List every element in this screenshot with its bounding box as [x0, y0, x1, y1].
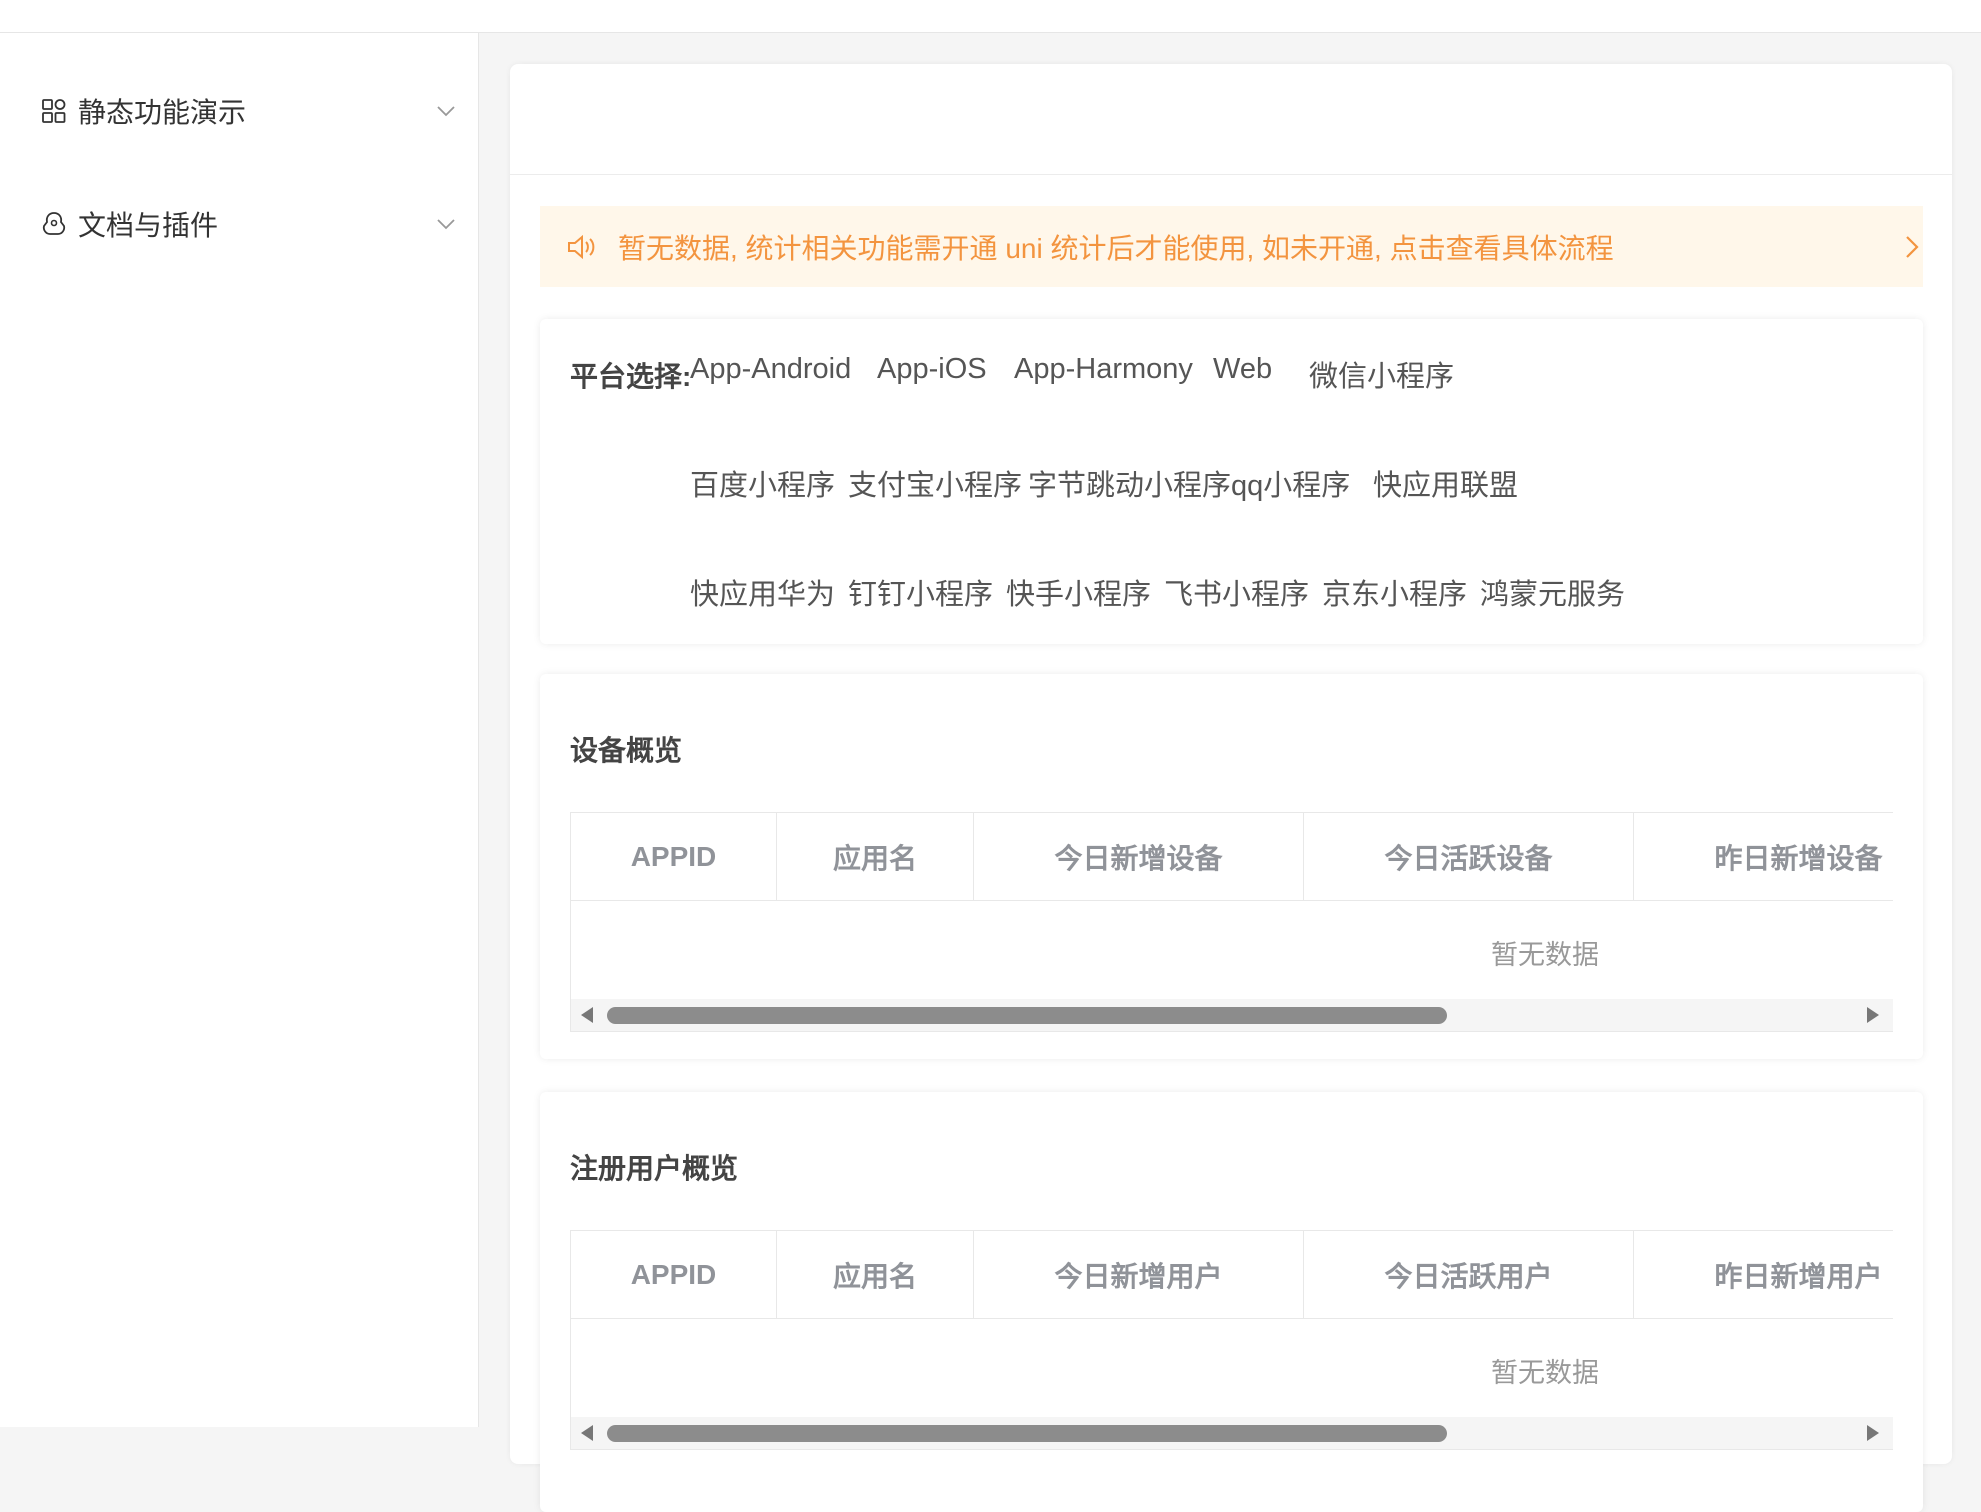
chevron-right-icon[interactable] [1902, 234, 1922, 260]
platform-option[interactable]: 鸿蒙元服务 [1480, 571, 1625, 613]
section-title: 设备概览 [570, 735, 683, 766]
notice-bar[interactable]: 暂无数据, 统计相关功能需开通 uni 统计后才能使用, 如未开通, 点击查看具… [540, 206, 1923, 287]
device-table[interactable]: APPID 应用名 今日新增设备 今日活跃设备 昨日新增设备 暂无数据 [570, 812, 1893, 1032]
scrollbar-thumb[interactable] [607, 1425, 1447, 1442]
speaker-icon [568, 234, 595, 260]
platform-option[interactable]: 百度小程序 [690, 462, 835, 504]
panel-header [510, 64, 1952, 175]
platform-selector-card: 平台选择: App-Android App-iOS App-Harmony We… [540, 319, 1923, 644]
platform-option[interactable]: 钉钉小程序 [848, 571, 993, 613]
column-header: APPID [571, 1231, 777, 1319]
notice-text: 暂无数据, 统计相关功能需开通 uni 统计后才能使用, 如未开通, 点击查看具… [618, 232, 1614, 264]
platform-option[interactable]: App-iOS [877, 353, 987, 386]
sidebar-item-label: 静态功能演示 [78, 97, 247, 128]
empty-text: 暂无数据 [1491, 940, 1599, 970]
platform-option[interactable]: 京东小程序 [1322, 571, 1467, 613]
device-overview-card: 设备概览 APPID 应用名 今日新增设备 今日活跃设备 昨日新增设备 暂无数据 [540, 674, 1923, 1059]
column-header: 应用名 [777, 813, 974, 901]
top-bar [0, 0, 1981, 33]
scroll-left-icon[interactable] [581, 1007, 593, 1023]
sidebar: 静态功能演示 文档与插件 [0, 33, 479, 1427]
column-header: 今日新增用户 [974, 1231, 1304, 1319]
column-header: 今日活跃设备 [1304, 813, 1634, 901]
platform-option[interactable]: App-Android [690, 353, 851, 386]
platform-option[interactable]: 飞书小程序 [1164, 571, 1309, 613]
sidebar-item-label: 文档与插件 [78, 210, 219, 241]
section-title: 注册用户概览 [570, 1153, 739, 1184]
scrollbar-thumb[interactable] [607, 1007, 1447, 1024]
horizontal-scrollbar[interactable] [571, 999, 1893, 1031]
table-header: APPID 应用名 今日新增用户 今日活跃用户 昨日新增用户 [571, 1231, 1893, 1319]
plugin-icon [42, 212, 66, 235]
user-table[interactable]: APPID 应用名 今日新增用户 今日活跃用户 昨日新增用户 暂无数据 [570, 1230, 1893, 1450]
grid-icon [42, 99, 66, 123]
column-header: 昨日新增设备 [1634, 813, 1893, 901]
platform-option[interactable]: 快手小程序 [1006, 571, 1151, 613]
scroll-right-icon[interactable] [1867, 1007, 1879, 1023]
column-header: 今日新增设备 [974, 813, 1304, 901]
platform-option[interactable]: 快应用联盟 [1373, 462, 1518, 504]
main-panel: 暂无数据, 统计相关功能需开通 uni 统计后才能使用, 如未开通, 点击查看具… [510, 64, 1952, 1512]
horizontal-scrollbar[interactable] [571, 1417, 1893, 1449]
user-overview-card: 注册用户概览 APPID 应用名 今日新增用户 今日活跃用户 昨日新增用户 暂无… [540, 1092, 1923, 1512]
column-header: 应用名 [777, 1231, 974, 1319]
platform-option[interactable]: 快应用华为 [690, 571, 835, 613]
sidebar-item-docs-plugins[interactable]: 文档与插件 [0, 184, 479, 264]
column-header: 昨日新增用户 [1634, 1231, 1893, 1319]
platform-title: 平台选择: [570, 361, 692, 392]
platform-option[interactable]: qq小程序 [1231, 462, 1350, 504]
column-header: APPID [571, 813, 777, 901]
empty-text: 暂无数据 [1491, 1358, 1599, 1388]
scroll-left-icon[interactable] [581, 1425, 593, 1441]
platform-option[interactable]: 字节跳动小程序 [1028, 462, 1231, 504]
platform-option[interactable]: 微信小程序 [1309, 353, 1454, 395]
platform-option[interactable]: App-Harmony [1014, 353, 1193, 386]
platform-option[interactable]: Web [1213, 353, 1272, 386]
platform-option[interactable]: 支付宝小程序 [848, 462, 1022, 504]
table-header: APPID 应用名 今日新增设备 今日活跃设备 昨日新增设备 [571, 813, 1893, 901]
scroll-right-icon[interactable] [1867, 1425, 1879, 1441]
chevron-down-icon [437, 219, 455, 230]
chevron-down-icon [437, 106, 455, 117]
column-header: 今日活跃用户 [1304, 1231, 1634, 1319]
sidebar-item-static-demo[interactable]: 静态功能演示 [0, 71, 479, 151]
